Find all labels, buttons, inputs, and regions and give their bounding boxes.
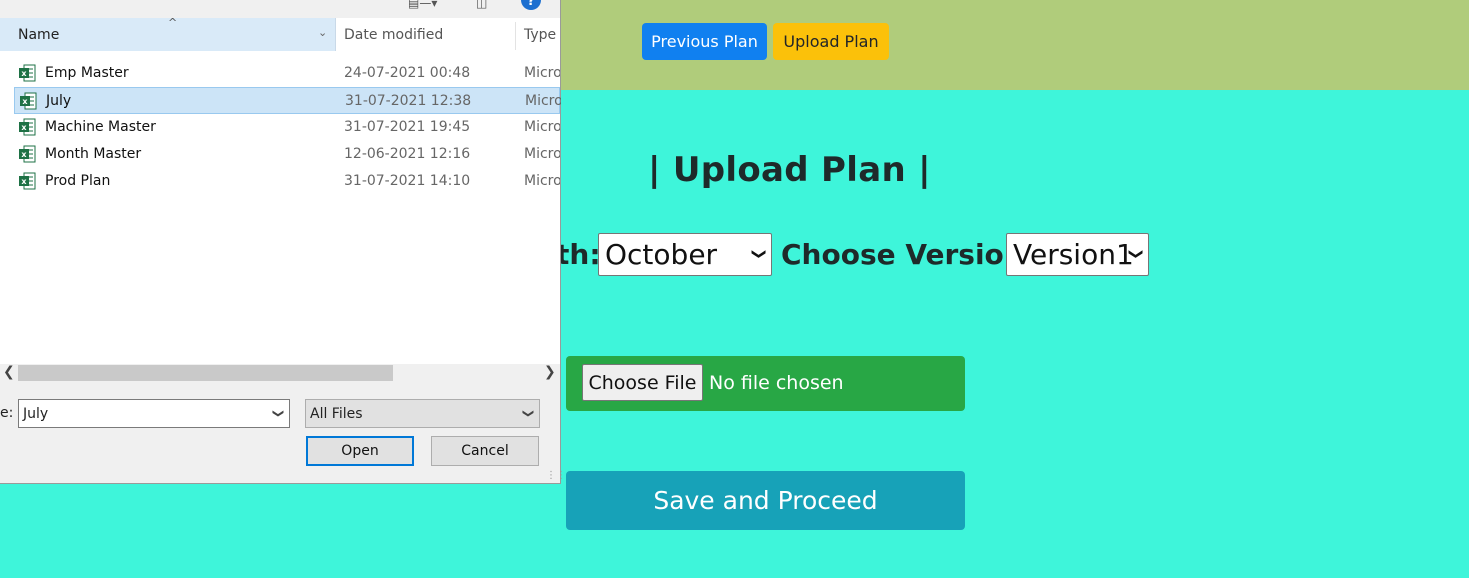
chevron-down-icon: ❯ (1128, 248, 1145, 260)
file-row[interactable]: x Prod Plan 31-07-2021 14:10 Micro (14, 168, 560, 195)
column-divider[interactable] (515, 22, 516, 50)
file-type: Micro (524, 119, 560, 135)
chevron-down-icon: ❯ (751, 248, 768, 260)
svg-text:x: x (21, 69, 27, 78)
file-name: Emp Master (45, 65, 129, 81)
file-date: 24-07-2021 00:48 (344, 65, 471, 81)
file-name: Month Master (45, 146, 142, 162)
file-list-header: ^ Name ⌄ Date modified Type (0, 16, 560, 51)
version-select-value: Version1 (1013, 238, 1134, 271)
file-date: 31-07-2021 12:38 (345, 93, 472, 109)
scrollbar-thumb[interactable] (18, 365, 393, 381)
svg-text:x: x (21, 177, 27, 186)
file-row[interactable]: x Machine Master 31-07-2021 19:45 Micro (14, 114, 560, 141)
file-date: 31-07-2021 14:10 (344, 173, 471, 189)
excel-file-icon: x (19, 145, 36, 163)
scroll-right-icon[interactable]: ❯ (544, 364, 556, 380)
file-type: Micro (525, 93, 561, 109)
month-select[interactable]: October ❯ (598, 233, 772, 276)
sort-ascending-icon: ^ (168, 16, 178, 29)
chevron-down-icon[interactable]: ❯ (522, 409, 535, 418)
file-type: Micro (524, 65, 560, 81)
file-type: Micro (524, 173, 560, 189)
excel-file-icon: x (19, 64, 36, 82)
cancel-button[interactable]: Cancel (431, 436, 539, 466)
page-title: | Upload Plan | (648, 150, 931, 190)
upload-plan-button[interactable]: Upload Plan (773, 23, 889, 60)
filename-value: July (23, 406, 49, 422)
column-name-label: Name (18, 27, 60, 43)
version-label: Choose Version: (781, 238, 1035, 271)
file-row[interactable]: x Month Master 12-06-2021 12:16 Micro (14, 141, 560, 168)
version-select[interactable]: Version1 ❯ (1006, 233, 1149, 276)
file-name: Prod Plan (45, 173, 111, 189)
file-name: Machine Master (45, 119, 156, 135)
help-icon[interactable]: ? (521, 0, 541, 10)
month-label: th: (556, 238, 601, 271)
file-status-text: No file chosen (709, 372, 844, 394)
svg-text:x: x (22, 97, 28, 106)
horizontal-scrollbar[interactable]: ❮ ❯ (0, 364, 560, 382)
month-select-value: October (605, 238, 718, 271)
save-and-proceed-button[interactable]: Save and Proceed (566, 471, 965, 530)
filename-label: e: (0, 405, 14, 421)
scroll-left-icon[interactable]: ❮ (3, 364, 15, 380)
file-list: ^ Name ⌄ Date modified Type x Emp Master 2… (0, 16, 561, 364)
excel-file-icon: x (19, 172, 36, 190)
filetype-select[interactable]: All Files ❯ (305, 399, 540, 428)
file-open-dialog: ▤—▾ ◫ ? ^ Name ⌄ Date modified Type x Emp… (0, 0, 566, 484)
svg-text:x: x (21, 150, 27, 159)
chevron-down-icon[interactable]: ❯ (272, 409, 285, 418)
excel-file-icon: x (20, 92, 37, 110)
choose-file-button[interactable]: Choose File (582, 364, 703, 401)
file-row[interactable]: x Emp Master 24-07-2021 00:48 Micro (14, 60, 560, 87)
filetype-value: All Files (310, 406, 363, 422)
file-name: July (46, 93, 72, 109)
file-input-area: Choose File No file chosen (566, 356, 965, 411)
preview-pane-icon[interactable]: ◫ (476, 0, 487, 10)
chevron-down-icon[interactable]: ⌄ (318, 26, 327, 39)
file-date: 31-07-2021 19:45 (344, 119, 471, 135)
filename-input[interactable]: July ❯ (18, 399, 290, 428)
file-row[interactable]: x July 31-07-2021 12:38 Micro (14, 87, 561, 114)
excel-file-icon: x (19, 118, 36, 136)
view-icon[interactable]: ▤—▾ (408, 0, 437, 10)
dialog-toolbar: ▤—▾ ◫ ? (0, 0, 560, 18)
svg-text:x: x (21, 123, 27, 132)
column-header-name[interactable]: ^ Name ⌄ (0, 16, 336, 51)
previous-plan-button[interactable]: Previous Plan (642, 23, 767, 60)
resize-grip-icon[interactable]: ⋮⋮ (546, 470, 566, 481)
column-header-date[interactable]: Date modified (344, 27, 443, 43)
file-type: Micro (524, 146, 560, 162)
open-button[interactable]: Open (306, 436, 414, 466)
file-date: 12-06-2021 12:16 (344, 146, 471, 162)
column-header-type[interactable]: Type (524, 27, 556, 43)
